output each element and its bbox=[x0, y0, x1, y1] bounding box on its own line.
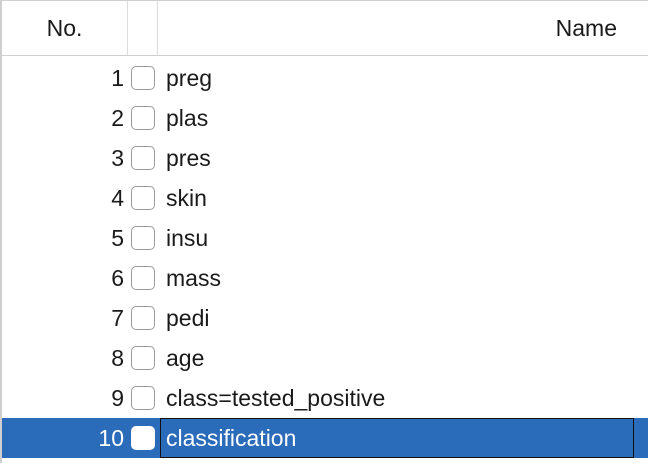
table-row[interactable]: 8 age bbox=[2, 338, 648, 378]
row-number: 10 bbox=[98, 424, 124, 451]
table-row[interactable]: 3 pres bbox=[2, 138, 648, 178]
attribute-name: age bbox=[166, 344, 205, 371]
row-checkbox[interactable] bbox=[131, 106, 155, 130]
attribute-table: No. Name 1 preg 2 plas 3 pres 4 skin 5 i… bbox=[0, 0, 648, 463]
row-checkbox[interactable] bbox=[131, 266, 155, 290]
row-checkbox[interactable] bbox=[131, 66, 155, 90]
attribute-name: classification bbox=[166, 424, 297, 451]
table-row[interactable]: 5 insu bbox=[2, 218, 648, 258]
row-checkbox[interactable] bbox=[131, 226, 155, 250]
row-number: 4 bbox=[111, 184, 124, 211]
table-row[interactable]: 7 pedi bbox=[2, 298, 648, 338]
row-checkbox[interactable] bbox=[131, 386, 155, 410]
attribute-name: preg bbox=[166, 64, 213, 91]
attribute-name: mass bbox=[166, 264, 221, 291]
attribute-name: pres bbox=[166, 144, 211, 171]
column-header-no[interactable]: No. bbox=[2, 1, 128, 55]
row-checkbox[interactable] bbox=[131, 146, 155, 170]
attribute-name: class=tested_positive bbox=[166, 384, 386, 411]
attribute-name: skin bbox=[166, 184, 207, 211]
column-header-select[interactable] bbox=[128, 1, 158, 55]
attribute-name: plas bbox=[166, 104, 209, 131]
row-checkbox[interactable] bbox=[131, 346, 155, 370]
table-row-selected[interactable]: 10 classification bbox=[2, 418, 648, 458]
table-row[interactable]: 6 mass bbox=[2, 258, 648, 298]
column-header-name-label: Name bbox=[555, 14, 617, 41]
table-header: No. Name bbox=[2, 1, 648, 56]
row-number: 8 bbox=[111, 344, 124, 371]
attribute-name: insu bbox=[166, 224, 209, 251]
row-number: 6 bbox=[111, 264, 124, 291]
row-checkbox[interactable] bbox=[131, 186, 155, 210]
table-row[interactable]: 4 skin bbox=[2, 178, 648, 218]
table-row[interactable]: 9 class=tested_positive bbox=[2, 378, 648, 418]
row-number: 7 bbox=[111, 304, 124, 331]
column-header-no-label: No. bbox=[46, 14, 83, 41]
attribute-name: pedi bbox=[166, 304, 210, 331]
table-row[interactable]: 2 plas bbox=[2, 98, 648, 138]
row-number: 2 bbox=[111, 104, 124, 131]
row-number: 9 bbox=[111, 384, 124, 411]
row-checkbox[interactable] bbox=[131, 426, 155, 450]
row-checkbox[interactable] bbox=[131, 306, 155, 330]
table-row[interactable]: 1 preg bbox=[2, 58, 648, 98]
column-header-name[interactable]: Name bbox=[158, 1, 648, 55]
row-number: 3 bbox=[111, 144, 124, 171]
row-number: 1 bbox=[111, 64, 124, 91]
row-number: 5 bbox=[111, 224, 124, 251]
